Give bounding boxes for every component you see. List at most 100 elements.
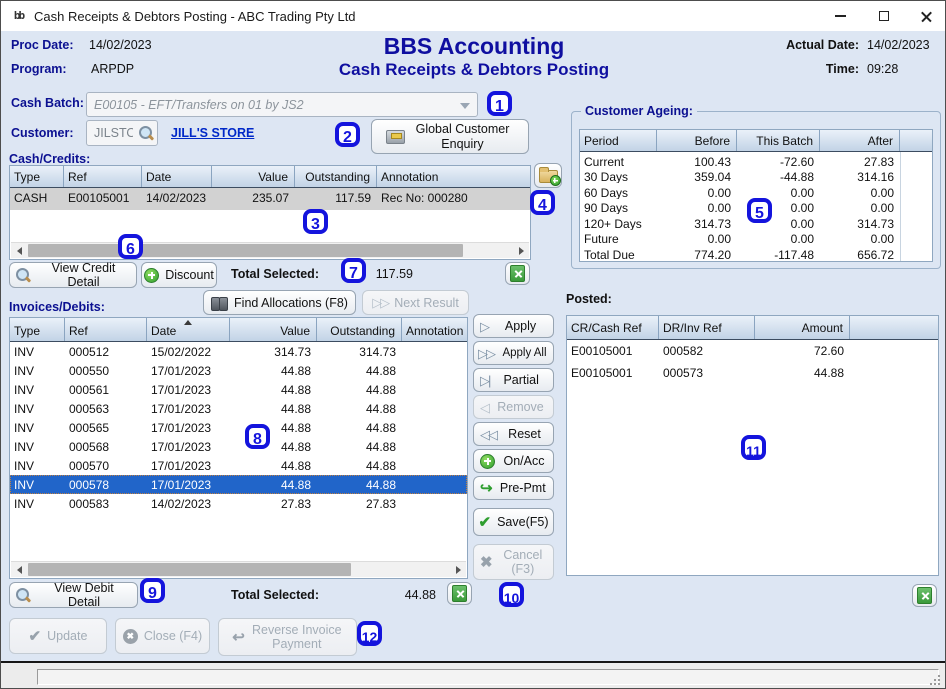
table-row[interactable]: INV 000583 14/02/2023 27.83 27.83 [10, 494, 467, 513]
table-row[interactable]: INV 000565 17/01/2023 44.88 44.88 [10, 418, 467, 437]
export-excel-button[interactable] [912, 584, 937, 607]
cell: INV [10, 437, 65, 456]
cell: INV [10, 399, 65, 418]
close-label: Close (F4) [144, 629, 202, 643]
global-customer-enquiry-button[interactable]: Global Customer Enquiry [371, 119, 529, 154]
horizontal-scrollbar[interactable] [11, 242, 529, 258]
export-excel-button[interactable] [505, 262, 530, 285]
column-header[interactable]: Type [10, 166, 64, 187]
column-header[interactable]: Ref [65, 318, 147, 341]
column-header[interactable]: Ref [64, 166, 142, 187]
view-credit-detail-button[interactable]: View Credit Detail [9, 262, 137, 288]
column-header[interactable]: Type [10, 318, 65, 341]
view-credit-detail-label: View Credit Detail [37, 261, 130, 289]
apply-button[interactable]: ▷ Apply [473, 314, 554, 338]
cancel-button[interactable]: ✖ Cancel (F3) [473, 544, 554, 580]
customer-ageing-table: Period Before This Batch After Current 1… [579, 129, 933, 262]
cell: 44.88 [317, 418, 402, 437]
column-header[interactable]: Annotation [377, 166, 530, 187]
column-header[interactable]: Value [230, 318, 317, 341]
cell [900, 168, 932, 184]
column-header[interactable]: Date [142, 166, 212, 187]
table-row[interactable]: INV 000563 17/01/2023 44.88 44.88 [10, 399, 467, 418]
table-row[interactable]: INV 000561 17/01/2023 44.88 44.88 [10, 380, 467, 399]
column-header[interactable]: Outstanding [317, 318, 402, 341]
column-header[interactable]: Outstanding [295, 166, 377, 187]
table-row-selected[interactable]: INV 000578 17/01/2023 44.88 44.88 [10, 475, 467, 494]
close-button[interactable]: ✖ Close (F4) [115, 618, 210, 654]
cell: 44.88 [317, 437, 402, 456]
posted-label: Posted: [566, 292, 612, 306]
cell: 000578 [65, 475, 147, 494]
program-label: Program: [11, 62, 67, 76]
callout-6: 6 [118, 234, 143, 259]
table-row[interactable]: INV 000570 17/01/2023 44.88 44.88 [10, 456, 467, 475]
scrollbar-thumb[interactable] [28, 563, 351, 576]
reset-button[interactable]: ◁◁ Reset [473, 422, 554, 446]
excel-icon [452, 585, 467, 602]
cell [900, 230, 932, 246]
partial-button[interactable]: ▷| Partial [473, 368, 554, 392]
view-debit-detail-button[interactable]: View Debit Detail [9, 582, 138, 608]
cell: INV [10, 494, 65, 513]
column-header[interactable]: CR/Cash Ref [567, 316, 659, 339]
export-excel-button[interactable] [447, 582, 472, 605]
column-header[interactable]: Amount [755, 316, 850, 339]
table-row[interactable]: INV 000568 17/01/2023 44.88 44.88 [10, 437, 467, 456]
column-header [900, 130, 932, 151]
scrollbar-thumb[interactable] [28, 244, 463, 257]
update-button[interactable]: ✔ Update [9, 618, 107, 654]
close-window-button[interactable] [909, 1, 943, 31]
ageing-row: Total Due 774.20 -117.48 656.72 [580, 246, 932, 262]
cell: 000570 [65, 456, 147, 475]
on-account-button[interactable]: On/Acc [473, 449, 554, 473]
table-row[interactable]: INV 000550 17/01/2023 44.88 44.88 [10, 361, 467, 380]
table-row[interactable]: INV 000512 15/02/2022 314.73 314.73 [10, 342, 467, 361]
cell [402, 399, 467, 418]
resize-grip[interactable] [930, 675, 942, 687]
cash-batch-combo[interactable]: E00105 - EFT/Transfers on 01 by JS2 [86, 92, 478, 117]
apply-all-button[interactable]: ▷▷ Apply All [473, 341, 554, 365]
cell: 100.43 [657, 152, 737, 168]
cell: 17/01/2023 [147, 418, 230, 437]
table-row[interactable]: E00105001 000573 44.88 [567, 362, 938, 384]
horizontal-scrollbar[interactable] [11, 561, 466, 577]
reverse-invoice-payment-button[interactable]: ↩ Reverse Invoice Payment [218, 618, 357, 656]
pre-payment-button[interactable]: ↪ Pre-Pmt [473, 476, 554, 500]
column-header[interactable]: DR/Inv Ref [659, 316, 755, 339]
next-result-icon: ▷▷ [372, 296, 388, 309]
customer-name-link[interactable]: JILL'S STORE [171, 126, 254, 140]
customer-ageing-title: Customer Ageing: [581, 104, 697, 118]
add-cash-batch-button[interactable] [534, 163, 562, 188]
column-header[interactable] [850, 316, 938, 339]
reset-label: Reset [502, 427, 547, 441]
cell [402, 342, 467, 361]
cell: 44.88 [317, 361, 402, 380]
cell [850, 340, 938, 362]
scroll-right-icon[interactable] [450, 562, 466, 577]
save-label: Save(F5) [497, 515, 548, 529]
find-allocations-button[interactable]: Find Allocations (F8) [203, 290, 356, 315]
column-header[interactable]: Date [147, 318, 230, 341]
maximize-button[interactable] [867, 1, 901, 31]
remove-button[interactable]: ◁ Remove [473, 395, 554, 419]
scroll-right-icon[interactable] [513, 243, 529, 258]
column-header[interactable]: Value [212, 166, 295, 187]
cell: INV [10, 418, 65, 437]
cell [900, 246, 932, 262]
cell: 44.88 [230, 437, 317, 456]
cell: -117.48 [737, 246, 820, 262]
scroll-left-icon[interactable] [11, 243, 27, 258]
next-result-button[interactable]: ▷▷ Next Result [362, 290, 469, 315]
save-button[interactable]: ✔ Save(F5) [473, 508, 554, 536]
discount-button[interactable]: Discount [141, 262, 217, 288]
table-row[interactable]: CASH E00105001 14/02/2023 235.07 117.59 … [10, 188, 530, 210]
callout-8: 8 [245, 424, 270, 449]
scroll-left-icon[interactable] [11, 562, 27, 577]
customer-code-field[interactable]: JILSTO [86, 120, 158, 146]
table-row[interactable]: E00105001 000582 72.60 [567, 340, 938, 362]
minimize-button[interactable] [823, 1, 857, 31]
column-header[interactable]: Annotation [402, 318, 467, 341]
magnifier-icon [16, 268, 31, 283]
cell [402, 456, 467, 475]
